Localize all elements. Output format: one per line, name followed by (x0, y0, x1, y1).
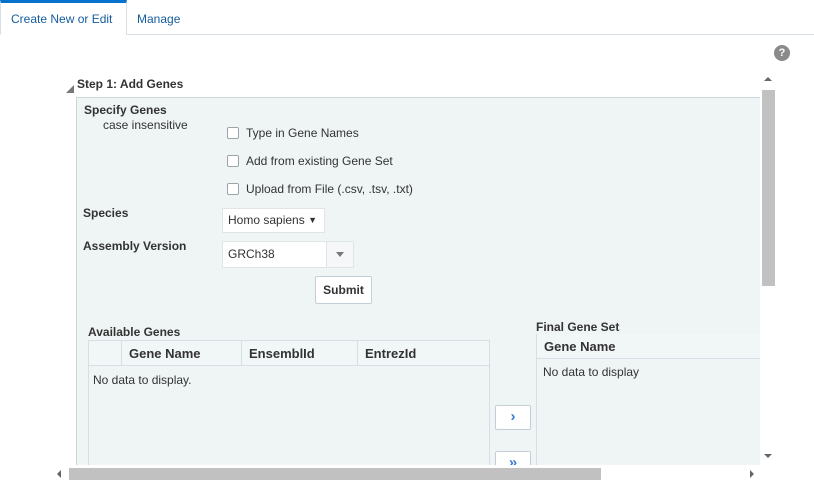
case-insensitive-hint: case insensitive (103, 118, 188, 132)
final-gene-set-table: Gene Name No data to display (536, 334, 767, 465)
assembly-dropdown-button[interactable] (326, 242, 353, 267)
assembly-value: GRCh38 (228, 247, 275, 261)
collapse-triangle-icon[interactable] (66, 85, 74, 93)
scrollbar-thumb[interactable] (69, 468, 601, 480)
column-header-gene-name[interactable]: Gene Name (537, 334, 767, 359)
move-all-button[interactable]: » (495, 451, 531, 465)
species-label: Species (83, 206, 129, 220)
checkbox[interactable] (227, 183, 239, 195)
column-header-ensemblid[interactable]: EnsemblId (241, 341, 357, 366)
scroll-down-arrow-icon[interactable] (764, 454, 772, 458)
column-header-gene-name[interactable]: Gene Name (121, 341, 241, 366)
final-gene-set-title: Final Gene Set (536, 320, 620, 334)
table-header-row: Gene Name EnsemblId EntrezId (89, 341, 489, 366)
column-header-entrezid[interactable]: EntrezId (357, 341, 489, 366)
tab-bar: Create New or Edit Manage (0, 0, 814, 36)
checkbox-label: Add from existing Gene Set (246, 154, 393, 168)
add-genes-panel: Specify Genes case insensitive Type in G… (76, 97, 767, 465)
checkbox[interactable] (227, 155, 239, 167)
empty-table-message: No data to display (543, 365, 640, 379)
checkbox[interactable] (227, 127, 239, 139)
submit-button[interactable]: Submit (315, 276, 372, 304)
scroll-up-arrow-icon[interactable] (764, 77, 772, 81)
assembly-version-combobox[interactable]: GRCh38 (222, 241, 354, 268)
dropdown-arrow-icon: ▼ (308, 215, 317, 225)
empty-table-message: No data to display. (93, 373, 192, 387)
specify-genes-label: Specify Genes (84, 103, 167, 117)
vertical-scrollbar[interactable] (760, 72, 777, 465)
help-icon[interactable]: ? (774, 45, 790, 61)
available-genes-table: Gene Name EnsemblId EntrezId No data to … (88, 340, 490, 465)
scroll-right-arrow-icon[interactable] (750, 470, 754, 478)
scrollbar-thumb[interactable] (762, 90, 775, 286)
content-scroll-area: Step 1: Add Genes Specify Genes case ins… (52, 72, 777, 465)
move-selected-button[interactable]: › (495, 405, 531, 430)
tab-create-new-or-edit[interactable]: Create New or Edit (0, 0, 127, 35)
species-value: Homo sapiens (228, 213, 305, 227)
checkbox-label: Upload from File (.csv, .tsv, .txt) (246, 182, 413, 196)
species-select[interactable]: Homo sapiens ▼ (222, 208, 325, 233)
chevron-down-icon (336, 252, 344, 257)
step-title: Step 1: Add Genes (77, 77, 184, 91)
assembly-version-label: Assembly Version (83, 239, 187, 253)
available-genes-title: Available Genes (88, 325, 181, 339)
tab-manage[interactable]: Manage (127, 0, 195, 35)
horizontal-scrollbar[interactable] (52, 465, 760, 482)
checkbox-label: Type in Gene Names (246, 126, 359, 140)
table-header-row: Gene Name (537, 334, 767, 359)
scroll-left-arrow-icon[interactable] (57, 470, 61, 478)
